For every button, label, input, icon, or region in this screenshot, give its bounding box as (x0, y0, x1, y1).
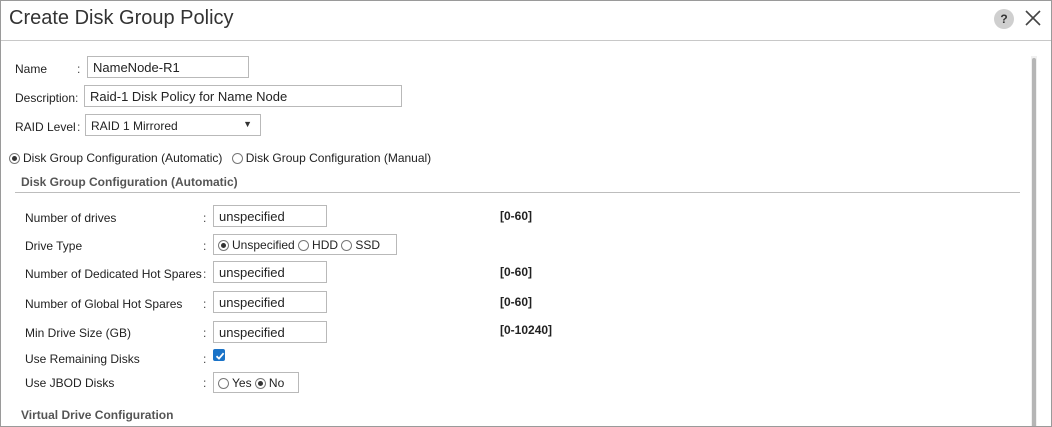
min-drive-size-range: [0-10240] (500, 323, 553, 337)
global-hot-spares-colon: : (203, 297, 207, 311)
checkmark-icon (215, 352, 225, 360)
description-label: Description (15, 91, 76, 105)
dedicated-hot-spares-range: [0-60] (500, 265, 533, 279)
drive-type-radio-group: Unspecified HDD SSD (213, 234, 397, 255)
auto-section-divider (15, 192, 1020, 193)
use-jbod-disks-radio-group: Yes No (213, 372, 299, 393)
use-jbod-yes-option[interactable]: Yes (218, 376, 252, 390)
radio-ssd-icon[interactable] (341, 240, 353, 251)
global-hot-spares-range: [0-60] (500, 295, 533, 309)
radio-manual-icon[interactable] (231, 153, 243, 164)
create-disk-group-policy-dialog: Create Disk Group Policy ? Name : Descri… (0, 0, 1052, 427)
min-drive-size-label: Min Drive Size (GB) (25, 326, 132, 340)
use-remaining-disks-label: Use Remaining Disks (25, 352, 140, 366)
name-colon: : (77, 62, 81, 76)
use-jbod-disks-colon: : (203, 376, 207, 390)
close-icon[interactable] (1023, 8, 1043, 28)
use-jbod-no-label: No (268, 376, 285, 390)
use-remaining-disks-colon: : (203, 352, 207, 366)
min-drive-size-input[interactable] (213, 321, 327, 343)
drive-type-ssd-option[interactable]: SSD (341, 238, 380, 252)
config-mode-manual-label: Disk Group Configuration (Manual) (245, 151, 432, 165)
drive-type-colon: : (203, 239, 207, 253)
number-of-drives-label: Number of drives (25, 211, 117, 225)
dedicated-hot-spares-colon: : (203, 267, 207, 281)
auto-section-header: Disk Group Configuration (Automatic) (21, 175, 238, 189)
radio-yes-icon[interactable] (218, 378, 229, 389)
scrollbar-thumb[interactable] (1032, 58, 1036, 426)
number-of-drives-range: [0-60] (500, 209, 533, 223)
config-mode-automatic-option[interactable]: Disk Group Configuration (Automatic) (9, 151, 226, 165)
chevron-down-icon: ▼ (243, 119, 252, 129)
virtual-drive-section-header: Virtual Drive Configuration (21, 408, 174, 422)
description-colon: : (75, 91, 79, 105)
raid-level-selected: RAID 1 Mirrored (91, 119, 178, 133)
use-jbod-yes-label: Yes (232, 376, 252, 390)
drive-type-hdd-label: HDD (312, 238, 339, 252)
drive-type-ssd-label: SSD (355, 238, 381, 252)
drive-type-hdd-option[interactable]: HDD (298, 238, 338, 252)
number-of-drives-input[interactable] (213, 205, 327, 227)
dialog-title: Create Disk Group Policy (9, 7, 234, 29)
radio-hdd-icon[interactable] (298, 240, 310, 251)
description-input[interactable] (84, 85, 402, 107)
min-drive-size-colon: : (203, 326, 207, 340)
global-hot-spares-label: Number of Global Hot Spares (25, 297, 183, 311)
config-mode-automatic-label: Disk Group Configuration (Automatic) (23, 151, 223, 165)
raid-level-select[interactable]: RAID 1 Mirrored ▼ (85, 114, 261, 136)
drive-type-unspecified-label: Unspecified (232, 238, 295, 252)
config-mode-group: Disk Group Configuration (Automatic) Dis… (9, 151, 437, 165)
raid-level-colon: : (77, 120, 81, 134)
use-jbod-no-option[interactable]: No (254, 376, 285, 390)
dedicated-hot-spares-input[interactable] (213, 261, 327, 283)
config-mode-manual-option[interactable]: Disk Group Configuration (Manual) (231, 151, 432, 165)
raid-level-label: RAID Level (15, 120, 76, 134)
title-divider (1, 40, 1051, 41)
number-of-drives-colon: : (203, 211, 207, 225)
drive-type-label: Drive Type (25, 239, 83, 253)
name-label: Name (15, 62, 48, 76)
global-hot-spares-input[interactable] (213, 291, 327, 313)
use-remaining-disks-checkbox[interactable] (213, 349, 225, 361)
help-icon[interactable]: ? (994, 9, 1014, 29)
name-input[interactable] (87, 56, 249, 78)
use-jbod-disks-label: Use JBOD Disks (25, 376, 115, 390)
drive-type-unspecified-option[interactable]: Unspecified (218, 238, 295, 252)
radio-automatic-icon[interactable] (9, 153, 20, 164)
radio-unspecified-icon[interactable] (218, 240, 229, 251)
radio-no-icon[interactable] (254, 378, 266, 389)
dedicated-hot-spares-label: Number of Dedicated Hot Spares (25, 267, 202, 281)
